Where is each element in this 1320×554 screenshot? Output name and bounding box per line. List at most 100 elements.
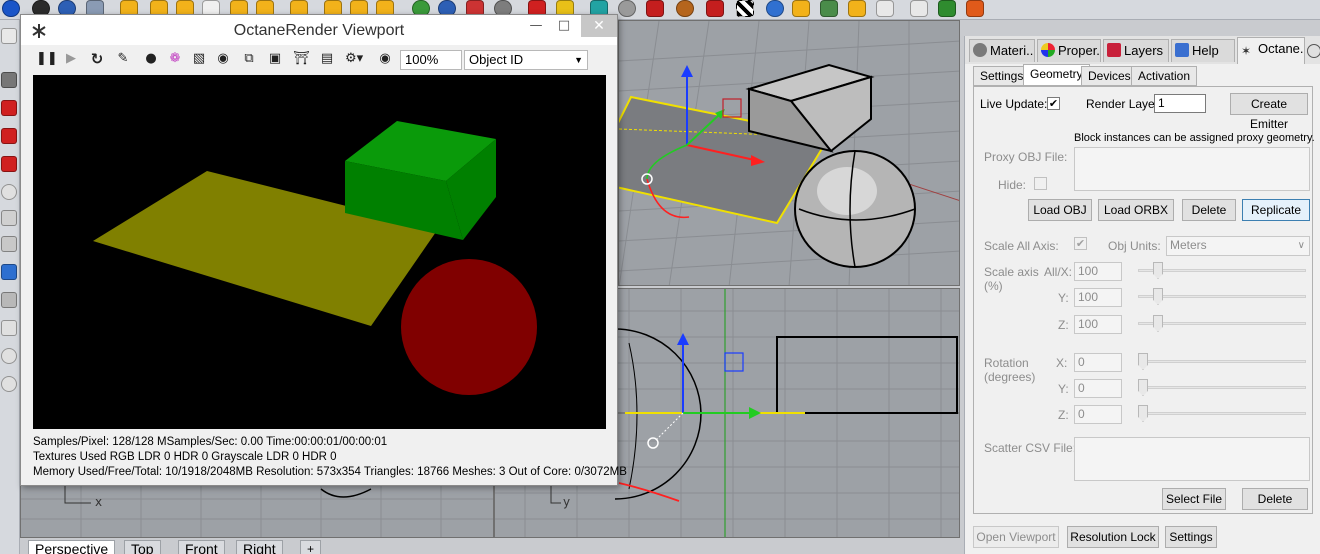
arrow-tool-icon[interactable] [1,236,17,252]
lock-icon[interactable]: ⛩ [293,51,310,67]
scale-z-input[interactable]: 100 [1074,315,1122,334]
region-icon[interactable]: ▣ [267,51,283,67]
rotation-z-slider[interactable] [1138,404,1306,424]
panel-tabs: Materi... Proper... Layers Help ✶Octane.… [965,36,1320,64]
live-update-checkbox[interactable]: ✔ [1047,97,1060,110]
top-axis-x-label: x [95,495,102,509]
add-viewport-tab[interactable]: + [300,540,322,554]
subtab-settings[interactable]: Settings [973,66,1031,86]
status-line-samples: Samples/Pixel: 128/128 MSamples/Sec: 0.0… [33,436,388,448]
load-obj-button[interactable]: Load OBJ [1028,199,1092,221]
settings-button[interactable]: Settings [1165,526,1217,548]
play-render-icon[interactable]: ▶ [63,51,79,67]
maximize-button[interactable]: □ [549,15,579,37]
scatter-csv-field[interactable] [1074,437,1310,481]
render-mode-select[interactable]: Object ID ▼ [464,50,588,70]
save-image-icon[interactable]: ▤ [319,51,335,67]
tab-help[interactable]: Help [1171,39,1235,62]
restart-icon[interactable]: ↻ [89,51,105,67]
car-icon[interactable] [646,0,664,17]
folder-icon[interactable] [848,0,866,17]
scale-x-input[interactable]: 100 [1074,262,1122,281]
subtab-activation[interactable]: Activation [1131,66,1198,86]
vehicle-icon[interactable] [1,156,17,172]
subtab-devices[interactable]: Devices [1081,66,1138,86]
tab-properties[interactable]: Proper... [1037,39,1101,62]
search-tool-icon[interactable] [1,376,17,392]
minimize-button[interactable]: — [521,15,551,37]
octane-render-window: OctaneRender Viewport — □ ✕ ❚❚ ▶ ↻ ✎ ● ❁… [20,14,627,486]
perspective-viewport[interactable] [618,20,960,286]
select-file-button[interactable]: Select File [1162,488,1226,510]
spot-icon[interactable] [792,0,810,17]
tab-octane[interactable]: ✶Octane... [1237,37,1305,64]
curve-tool-icon[interactable] [1,264,17,280]
focus-pick-icon[interactable]: ✎ [115,51,131,67]
load-orbx-button[interactable]: Load ORBX [1098,199,1174,221]
proxy-obj-field[interactable] [1074,147,1310,191]
scale-x-slider[interactable] [1138,261,1306,281]
obj-units-label: Obj Units: [1108,239,1161,253]
ellipse-tool-icon[interactable] [1,320,17,336]
record-icon[interactable] [966,0,984,17]
tab-perspective[interactable]: Perspective [28,540,116,554]
delete-scatter-button[interactable]: Delete [1242,488,1308,510]
pattern-icon[interactable] [676,0,694,17]
rotation-y-input[interactable]: 0 [1074,379,1122,398]
car-tool-icon[interactable] [1,128,17,144]
replicate-button[interactable]: Replicate [1242,199,1310,221]
gear-icon[interactable] [1307,44,1320,58]
window-titlebar[interactable]: OctaneRender Viewport — □ ✕ [21,15,617,45]
obj-units-select[interactable]: Meters ∨ [1166,236,1310,256]
pause-icon[interactable]: ❚❚ [36,51,58,67]
material-pick-icon[interactable]: ● [143,51,159,67]
point-light-icon[interactable] [766,0,784,17]
create-emitter-button[interactable]: Create Emitter [1230,93,1308,131]
copy-icon[interactable]: ⧉ [241,51,257,67]
open-viewport-button[interactable]: Open Viewport [973,526,1059,548]
material-edit-icon[interactable]: ▧ [191,51,207,67]
play-icon[interactable] [938,0,956,17]
checker-icon[interactable] [736,0,754,17]
color-wheel-icon[interactable]: ❁ [167,51,183,67]
save-icon[interactable] [1,72,17,88]
panel-icon[interactable] [820,0,838,17]
magnet-icon[interactable] [618,0,636,17]
brush-icon[interactable] [706,0,724,17]
close-button[interactable]: ✕ [581,15,617,37]
subtab-geometry[interactable]: Geometry [1023,64,1090,86]
settings-dropdown-icon[interactable]: ⚙▾ [345,51,363,67]
camera-icon[interactable]: ◉ [215,51,231,67]
sphere-icon[interactable] [2,0,20,17]
obj-units-value: Meters [1170,238,1207,252]
tab-materials[interactable]: Materi... [969,39,1035,62]
tab-front[interactable]: Front [178,540,225,554]
render-layer-input[interactable]: 1 [1154,94,1206,113]
render-canvas[interactable] [33,75,606,429]
print-icon[interactable] [1,100,17,116]
grid-tool-icon[interactable] [1,210,17,226]
rotation-z-input[interactable]: 0 [1074,405,1122,424]
scale-y-input[interactable]: 100 [1074,288,1122,307]
scale-all-checkbox[interactable]: ✔ [1074,237,1087,250]
rotation-y-slider[interactable] [1138,378,1306,398]
tab-layers[interactable]: Layers [1103,39,1169,62]
resolution-lock-button[interactable]: Resolution Lock [1067,526,1159,548]
circle-tool-icon[interactable] [1,184,17,200]
tab-top[interactable]: Top [124,540,161,554]
tab-right[interactable]: Right [236,540,283,554]
scene-icon[interactable]: ◉ [377,51,393,67]
delete-proxy-button[interactable]: Delete [1182,199,1236,221]
scale-x-label: All/X: [1044,265,1073,279]
scale-z-slider[interactable] [1138,314,1306,334]
box-tool-icon[interactable] [1,292,17,308]
window-icon[interactable] [910,0,928,17]
rotation-x-input[interactable]: 0 [1074,353,1122,372]
scale-y-slider[interactable] [1138,287,1306,307]
target-tool-icon[interactable] [1,348,17,364]
rotation-x-slider[interactable] [1138,352,1306,372]
gear-small-icon[interactable] [876,0,894,17]
select-tool-icon[interactable] [1,28,17,44]
hide-checkbox[interactable] [1034,177,1047,190]
zoom-select[interactable]: 100% [400,50,462,70]
